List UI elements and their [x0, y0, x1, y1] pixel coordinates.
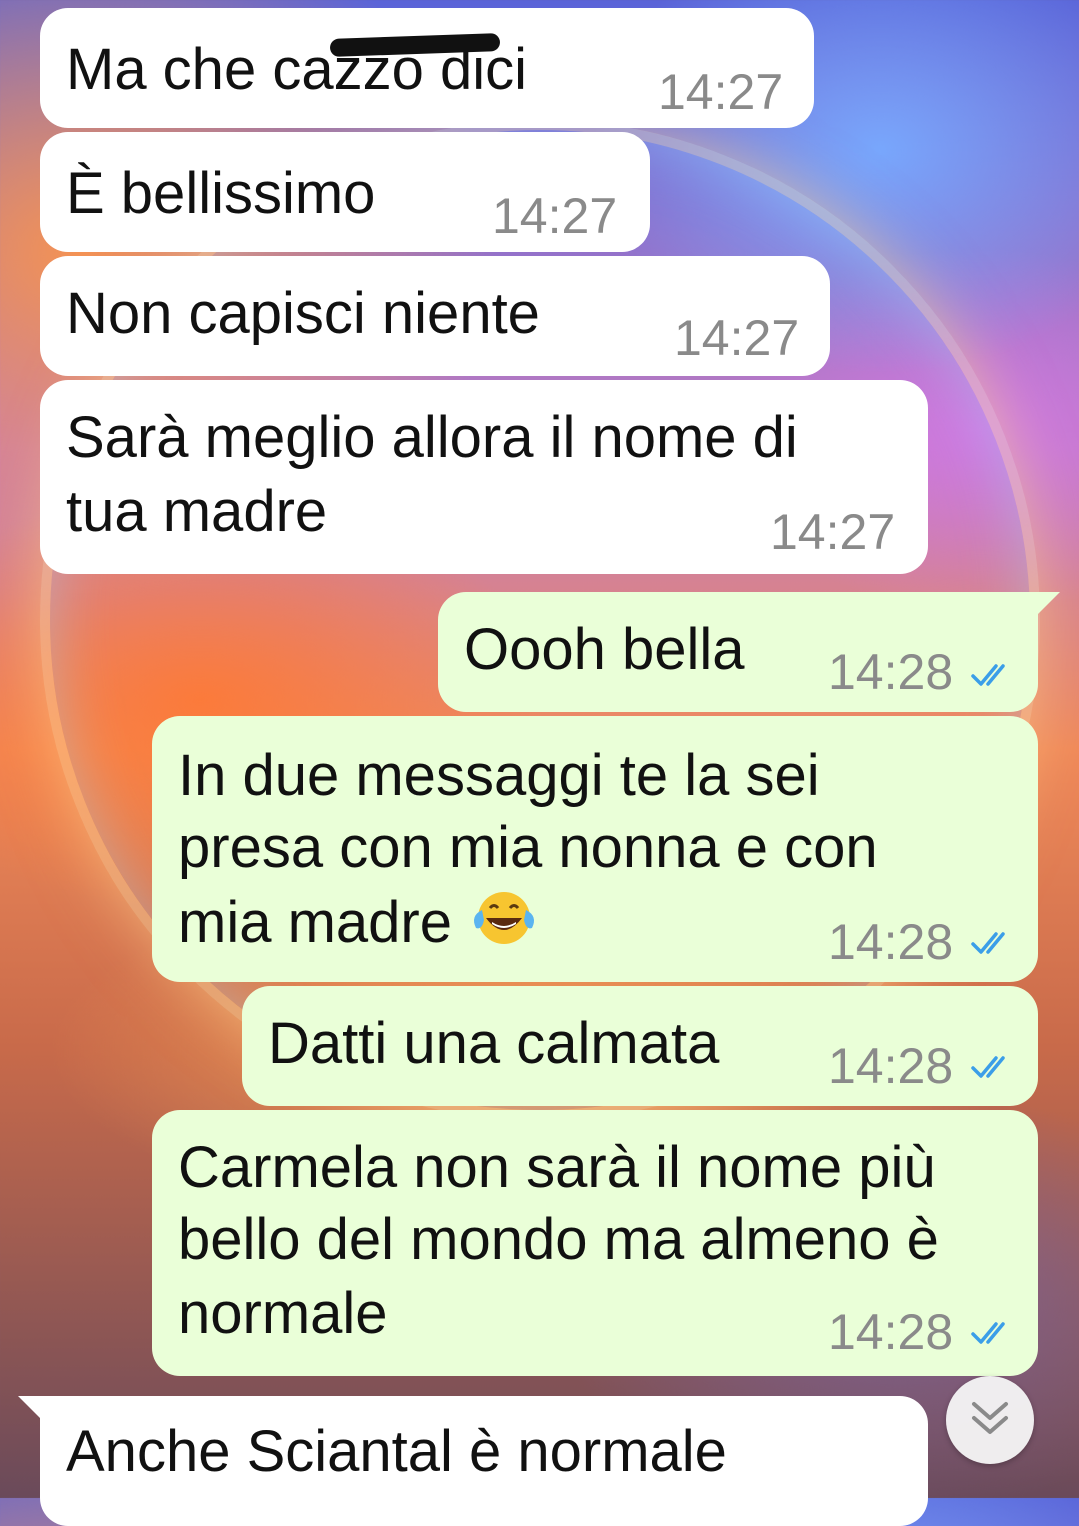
message-text-line: Carmela non sarà il nome più: [178, 1135, 936, 1200]
message-text: Oooh bella: [464, 617, 745, 682]
message-text-line: presa con mia nonna e con: [178, 815, 878, 880]
message-text: È bellissimo: [66, 161, 376, 226]
double-check-icon: [971, 932, 1005, 954]
message-text-line: Sarà meglio allora il nome di: [66, 405, 798, 470]
double-check-icon: [971, 1056, 1005, 1078]
message-time: 14:27: [770, 504, 896, 560]
message-text-line: tua madre: [66, 479, 328, 544]
message-bubble-incoming[interactable]: Non capisci niente 14:27: [40, 256, 830, 376]
message-text-line: In due messaggi te la sei: [178, 743, 820, 808]
scroll-to-bottom-button[interactable]: [946, 1376, 1034, 1464]
message-text-line: normale: [178, 1281, 388, 1346]
message-text: Non capisci niente: [66, 281, 540, 346]
message-text-line: mia madre: [178, 886, 540, 959]
message-time: 14:28: [828, 914, 954, 970]
message-bubble-incoming[interactable]: Anche Sciantal è normale: [40, 1396, 928, 1526]
message-bubble-outgoing[interactable]: In due messaggi te la sei presa con mia …: [152, 716, 1038, 982]
message-bubble-outgoing[interactable]: Oooh bella 14:28: [438, 592, 1038, 712]
message-text: Anche Sciantal è normale: [66, 1419, 727, 1484]
message-time: 14:27: [674, 310, 800, 366]
double-check-icon: [971, 1322, 1005, 1344]
message-time: 14:28: [828, 1304, 954, 1360]
message-text: Datti una calmata: [268, 1011, 720, 1076]
chevron-double-down-icon: [972, 1402, 1008, 1434]
message-bubble-incoming[interactable]: Sarà meglio allora il nome di tua madre …: [40, 380, 928, 574]
face-with-tears-of-joy-icon: [474, 892, 535, 944]
message-time: 14:27: [658, 64, 784, 120]
message-text-line: bello del mondo ma almeno è: [178, 1207, 939, 1272]
message-time: 14:27: [492, 188, 618, 244]
message-bubble-outgoing[interactable]: Datti una calmata 14:28: [242, 986, 1038, 1106]
message-time: 14:28: [828, 644, 954, 700]
message-bubble-outgoing[interactable]: Carmela non sarà il nome più bello del m…: [152, 1110, 1038, 1376]
message-bubble-incoming[interactable]: Ma che cazzo dici 14:27: [40, 8, 814, 128]
message-bubble-incoming[interactable]: È bellissimo 14:27: [40, 132, 650, 252]
message-time: 14:28: [828, 1038, 954, 1094]
double-check-icon: [971, 664, 1005, 686]
